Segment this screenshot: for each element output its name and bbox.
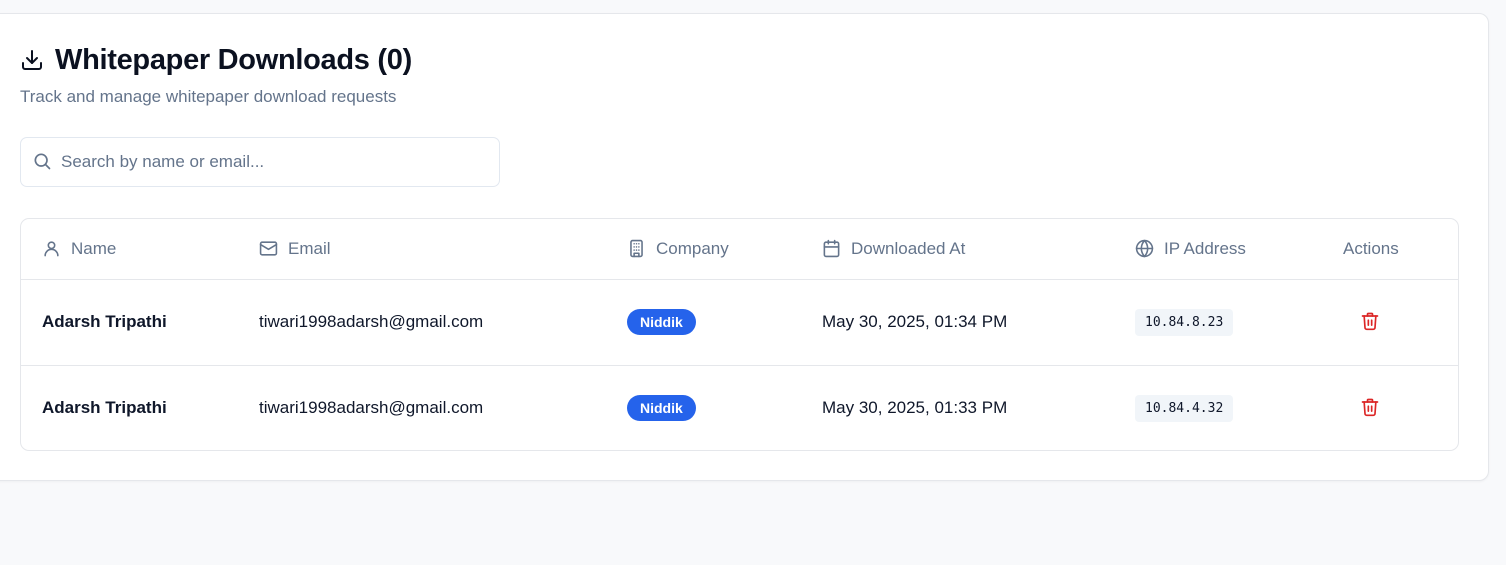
trash-icon: [1361, 312, 1379, 330]
cell-company: Niddik: [627, 365, 822, 450]
column-header-company[interactable]: Company: [627, 219, 822, 280]
ip-address: 10.84.8.23: [1135, 308, 1234, 336]
column-label-email: Email: [288, 238, 331, 258]
search-input[interactable]: [61, 147, 481, 177]
globe-icon: [1135, 240, 1154, 258]
downloads-card: Whitepaper Downloads (0) Track and manag…: [0, 13, 1489, 481]
cell-actions: [1343, 365, 1458, 450]
page-subtitle: Track and manage whitepaper download req…: [20, 87, 397, 106]
column-label-name: Name: [71, 238, 117, 258]
page-title: Whitepaper Downloads (0): [55, 44, 412, 76]
column-label-downloaded-at: Downloaded At: [851, 238, 966, 258]
downloads-table: Name Email Company Downloaded At IP Addr…: [20, 218, 1459, 451]
column-header-email[interactable]: Email: [259, 219, 627, 280]
building-icon: [630, 240, 643, 258]
cell-downloaded-at: May 30, 2025, 01:34 PM: [822, 279, 1135, 366]
company-badge: Niddik: [627, 309, 696, 335]
cell-company: Niddik: [627, 279, 822, 366]
cell-downloaded-at: May 30, 2025, 01:33 PM: [822, 398, 1008, 418]
title-row: Whitepaper Downloads (0): [20, 42, 412, 78]
download-icon: [20, 48, 44, 72]
trash-icon: [1361, 398, 1379, 416]
column-header-ip-address[interactable]: IP Address: [1135, 219, 1343, 280]
cell-name: Adarsh Tripathi: [21, 279, 259, 366]
user-icon: [44, 241, 59, 257]
calendar-icon: [823, 240, 840, 258]
cell-email: tiwari1998adarsh@gmail.com: [259, 279, 627, 366]
page-header: Whitepaper Downloads (0) Track and manag…: [20, 42, 412, 108]
cell-email: tiwari1998adarsh@gmail.com: [259, 398, 484, 418]
search-icon: [34, 153, 51, 170]
search-box: [20, 137, 500, 187]
mail-icon: [259, 241, 278, 256]
column-label-company: Company: [656, 238, 729, 258]
delete-button[interactable]: [1358, 309, 1382, 333]
table-row: Adarsh Tripathi tiwari1998adarsh@gmail.c…: [21, 279, 1458, 366]
column-header-name[interactable]: Name: [21, 219, 259, 280]
column-label-actions: Actions: [1343, 238, 1399, 258]
cell-name: Adarsh Tripathi: [42, 398, 167, 418]
delete-button[interactable]: [1358, 395, 1382, 419]
table-header-row: Name Email Company Downloaded At IP Addr…: [21, 219, 1458, 280]
column-label-ip-address: IP Address: [1164, 238, 1246, 258]
table-row: Adarsh Tripathi tiwari1998adarsh@gmail.c…: [21, 365, 1458, 450]
column-header-actions: Actions: [1343, 219, 1458, 280]
cell-ip: 10.84.8.23: [1135, 279, 1343, 366]
column-header-downloaded-at[interactable]: Downloaded At: [822, 219, 1135, 280]
cell-actions: [1343, 279, 1458, 366]
cell-ip: 10.84.4.32: [1135, 365, 1343, 450]
ip-address: 10.84.4.32: [1135, 394, 1234, 422]
company-badge: Niddik: [627, 395, 696, 422]
